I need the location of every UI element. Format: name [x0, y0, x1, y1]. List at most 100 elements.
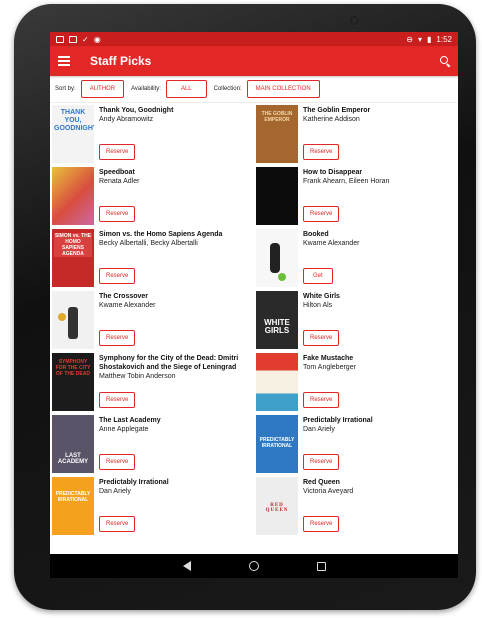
book-cover[interactable] [52, 167, 94, 225]
book-item[interactable]: SIMON vs. THE HOMO SAPIENS AGENDA Simon … [50, 227, 254, 289]
book-author: Kwame Alexander [303, 240, 360, 247]
book-author: Andy Abramowitz [99, 116, 154, 123]
reserve-button[interactable]: Reserve [303, 206, 340, 222]
book-author: Matthew Tobin Anderson [99, 373, 176, 380]
book-item[interactable]: Booked Kwame Alexander Get [254, 227, 458, 289]
reserve-button[interactable]: Reserve [303, 454, 340, 470]
book-title[interactable]: Thank You, Goodnight [99, 106, 173, 115]
reserve-button[interactable]: Reserve [303, 144, 340, 160]
notification-icon: ◉ [93, 34, 101, 44]
book-author: Becky Albertalli, Becky Albertalli [99, 240, 198, 247]
book-item[interactable]: RED QUEEN Red Queen Victoria Aveyard Res… [254, 475, 458, 537]
availability-button[interactable]: ALL [165, 80, 207, 98]
sort-button[interactable]: AUTHOR [80, 80, 125, 98]
reserve-button[interactable]: Reserve [99, 268, 136, 284]
battery-icon: ▮ [427, 34, 432, 44]
front-camera [350, 16, 359, 25]
system-nav-bar [50, 554, 458, 578]
book-item[interactable]: WHITE GIRLS White Girls Hilton Als Reser… [254, 289, 458, 351]
book-grid: THANK YOU, GOODNIGHT Thank You, Goodnigh… [50, 103, 458, 537]
page-title: Staff Picks [90, 54, 152, 68]
notification-icon [56, 35, 64, 43]
book-cover[interactable]: WHITE GIRLS [256, 291, 298, 349]
book-item[interactable]: Fake Mustache Tom Angleberger Reserve [254, 351, 458, 413]
book-title[interactable]: The Goblin Emperor [303, 106, 370, 115]
screen: ✓ ◉ ⊖ ▾ ▮ 1:52 Staff Picks Sort by: AUTH… [50, 32, 458, 578]
reserve-button[interactable]: Reserve [99, 330, 136, 346]
book-author: Frank Ahearn, Eileen Horan [303, 178, 390, 185]
book-cover[interactable]: SYMPHONY FOR THE CITY OF THE DEAD [52, 353, 94, 411]
cover-text: THANK YOU, GOODNIGHT [54, 109, 94, 132]
wifi-icon: ▾ [418, 34, 423, 44]
search-icon[interactable] [440, 56, 450, 66]
book-cover[interactable] [256, 229, 298, 287]
book-item[interactable]: THE GOBLIN EMPEROR The Goblin Emperor Ka… [254, 103, 458, 165]
reserve-button[interactable]: Reserve [99, 144, 136, 160]
signal-icon: ⊖ [406, 34, 413, 44]
app-bar: Staff Picks [50, 46, 458, 76]
home-icon[interactable] [248, 561, 259, 571]
menu-icon[interactable] [58, 56, 70, 66]
back-icon[interactable] [182, 561, 191, 571]
book-cover[interactable]: THANK YOU, GOODNIGHT [52, 105, 94, 163]
book-title[interactable]: The Last Academy [99, 416, 161, 425]
cover-text: SIMON vs. THE HOMO SAPIENS AGENDA [54, 233, 92, 257]
cover-text: PREDICTABLY IRRATIONAL [55, 491, 91, 503]
reserve-button[interactable]: Reserve [99, 392, 136, 408]
recent-apps-icon[interactable] [316, 561, 326, 571]
book-author: Dan Ariely [99, 488, 131, 495]
collection-label: Collection: [213, 86, 242, 92]
notification-icon [69, 35, 77, 43]
book-title[interactable]: The Crossover [99, 292, 155, 301]
book-item[interactable]: THANK YOU, GOODNIGHT Thank You, Goodnigh… [50, 103, 254, 165]
book-title[interactable]: White Girls [303, 292, 340, 301]
reserve-button[interactable]: Reserve [99, 454, 136, 470]
collection-button[interactable]: MAIN COLLECTION [246, 80, 320, 98]
book-cover[interactable] [52, 291, 94, 349]
book-title[interactable]: How to Disappear [303, 168, 389, 177]
status-time: 1:52 [436, 34, 452, 44]
book-title[interactable]: Booked [303, 230, 359, 239]
book-item[interactable]: LAST ACADEMY The Last Academy Anne Apple… [50, 413, 254, 475]
sort-label: Sort by: [55, 86, 76, 92]
book-author: Tom Angleberger [303, 364, 356, 371]
cover-text: PREDICTABLY IRRATIONAL [259, 437, 295, 449]
reserve-button[interactable]: Reserve [99, 206, 136, 222]
book-cover[interactable]: PREDICTABLY IRRATIONAL [52, 477, 94, 535]
book-item[interactable]: Speedboat Renata Adler Reserve [50, 165, 254, 227]
book-item[interactable]: PREDICTABLY IRRATIONAL Predictably Irrat… [254, 413, 458, 475]
status-bar: ✓ ◉ ⊖ ▾ ▮ 1:52 [50, 32, 458, 46]
reserve-button[interactable]: Reserve [99, 516, 136, 532]
book-cover[interactable]: THE GOBLIN EMPEROR [256, 105, 298, 163]
book-title[interactable]: Simon vs. the Homo Sapiens Agenda [99, 230, 222, 239]
book-title[interactable]: Predictably Irrational [303, 416, 373, 425]
book-cover[interactable]: LAST ACADEMY [52, 415, 94, 473]
filter-bar: Sort by: AUTHOR Availability: ALL Collec… [50, 76, 458, 103]
book-author: Dan Ariely [303, 426, 335, 433]
book-author: Katherine Addison [303, 116, 360, 123]
cover-text: THE GOBLIN EMPEROR [261, 111, 293, 123]
book-item[interactable]: The Crossover Kwame Alexander Reserve [50, 289, 254, 351]
book-cover[interactable]: PREDICTABLY IRRATIONAL [256, 415, 298, 473]
book-cover[interactable] [256, 353, 298, 411]
book-item[interactable]: SYMPHONY FOR THE CITY OF THE DEAD Sympho… [50, 351, 254, 413]
cover-text: WHITE GIRLS [264, 318, 290, 335]
book-title[interactable]: Predictably Irrational [99, 478, 169, 487]
get-button[interactable]: Get [303, 268, 333, 284]
book-cover[interactable]: RED QUEEN [256, 477, 298, 535]
reserve-button[interactable]: Reserve [303, 516, 340, 532]
book-item[interactable]: PREDICTABLY IRRATIONAL Predictably Irrat… [50, 475, 254, 537]
book-cover[interactable] [256, 167, 298, 225]
book-author: Hilton Als [303, 302, 333, 309]
book-title[interactable]: Red Queen [303, 478, 353, 487]
reserve-button[interactable]: Reserve [303, 330, 340, 346]
book-author: Renata Adler [99, 178, 140, 185]
book-title[interactable]: Speedboat [99, 168, 139, 177]
book-title[interactable]: Symphony for the City of the Dead: Dmitr… [99, 354, 254, 372]
cover-text: SYMPHONY FOR THE CITY OF THE DEAD [55, 359, 91, 377]
book-title[interactable]: Fake Mustache [303, 354, 356, 363]
tablet-frame: ✓ ◉ ⊖ ▾ ▮ 1:52 Staff Picks Sort by: AUTH… [0, 0, 482, 618]
reserve-button[interactable]: Reserve [303, 392, 340, 408]
book-cover[interactable]: SIMON vs. THE HOMO SAPIENS AGENDA [52, 229, 94, 287]
book-item[interactable]: How to Disappear Frank Ahearn, Eileen Ho… [254, 165, 458, 227]
